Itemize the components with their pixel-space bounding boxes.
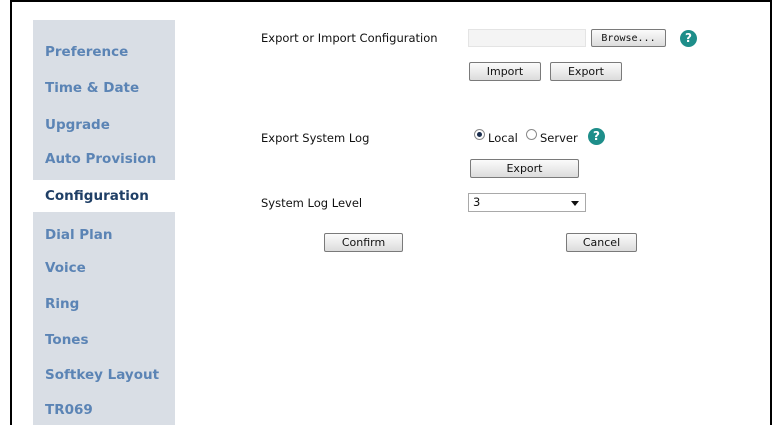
sidebar-item-tr069[interactable]: TR069 <box>33 394 175 426</box>
sidebar-item-configuration[interactable]: Configuration <box>33 180 176 212</box>
export-system-log-label: Export System Log <box>261 131 370 145</box>
sidebar-item-upgrade[interactable]: Upgrade <box>33 109 175 141</box>
export-log-button[interactable]: Export <box>470 159 579 178</box>
local-radio[interactable] <box>474 129 485 140</box>
import-button[interactable]: Import <box>469 62 541 81</box>
export-import-config-label: Export or Import Configuration <box>261 31 438 45</box>
radio-selected-dot <box>477 132 482 137</box>
sidebar-item-auto-provision[interactable]: Auto Provision <box>33 143 175 175</box>
cancel-button[interactable]: Cancel <box>566 233 637 252</box>
help-icon[interactable]: ? <box>588 128 605 145</box>
export-config-button[interactable]: Export <box>550 62 622 81</box>
chevron-down-icon <box>571 201 579 206</box>
sidebar-item-softkey-layout[interactable]: Softkey Layout <box>33 359 175 391</box>
confirm-button[interactable]: Confirm <box>324 233 403 252</box>
system-log-level-label: System Log Level <box>261 196 363 210</box>
help-icon[interactable]: ? <box>680 30 697 47</box>
server-radio[interactable] <box>526 129 537 140</box>
log-level-value: 3 <box>473 195 481 209</box>
sidebar-item-time-date[interactable]: Time & Date <box>33 72 175 104</box>
log-level-select[interactable]: 3 <box>468 193 586 212</box>
server-radio-label: Server <box>540 131 578 145</box>
config-file-field[interactable] <box>468 29 586 47</box>
sidebar-item-preference[interactable]: Preference <box>33 36 175 68</box>
sidebar-item-dial-plan[interactable]: Dial Plan <box>33 219 175 251</box>
sidebar-item-tones[interactable]: Tones <box>33 324 175 356</box>
sidebar-item-ring[interactable]: Ring <box>33 288 175 320</box>
local-radio-label: Local <box>488 131 518 145</box>
sidebar-item-voice[interactable]: Voice <box>33 252 175 284</box>
browse-button[interactable]: Browse... <box>591 29 666 47</box>
sidebar-nav: Preference Time & Date Upgrade Auto Prov… <box>33 20 176 426</box>
